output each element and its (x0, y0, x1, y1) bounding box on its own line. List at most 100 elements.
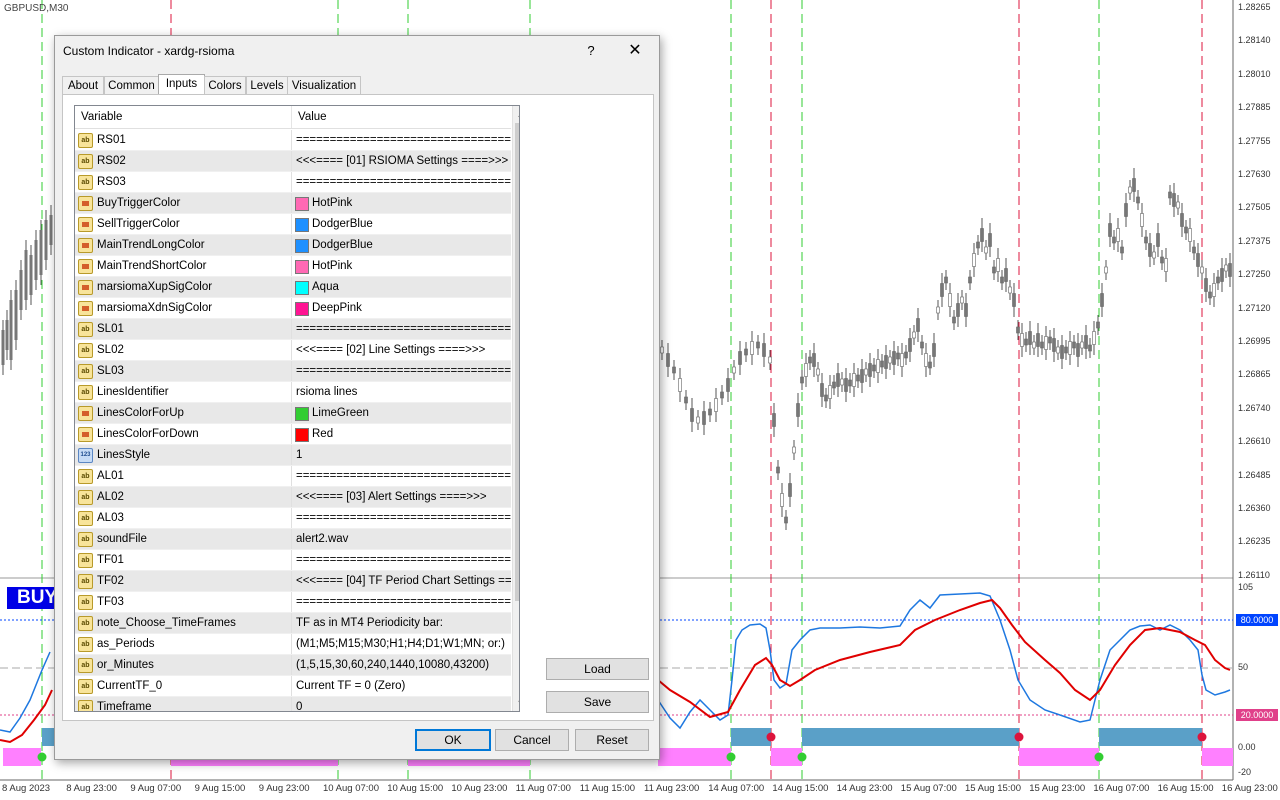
tab-common[interactable]: Common (104, 76, 159, 95)
input-row[interactable]: ab TF03 ==================================… (75, 592, 511, 613)
string-type-icon: ab (78, 658, 93, 673)
input-row[interactable]: ab SL03 ==================================… (75, 361, 511, 382)
sell-signal-dot (1197, 732, 1207, 742)
candle-body (896, 352, 900, 360)
value-cell[interactable]: ==================================== (292, 130, 511, 150)
value-cell[interactable]: DeepPink (292, 298, 511, 318)
value-cell[interactable]: (M1;M5;M15;M30;H1;H4;D1;W1;MN; or:) (292, 634, 511, 654)
input-row[interactable]: ab SL01 ==================================… (75, 319, 511, 340)
input-row[interactable]: ab or_Minutes (1,5,15,30,60,240,1440,10080… (75, 655, 511, 676)
input-value: Red (312, 428, 334, 440)
load-button[interactable]: Load (546, 658, 649, 680)
cancel-button[interactable]: Cancel (495, 729, 569, 751)
tab-inputs[interactable]: Inputs (158, 74, 205, 96)
input-row[interactable]: ab CurrentTF_0 Current TF = 0 (Zero) (75, 676, 511, 697)
tab-colors[interactable]: Colors (204, 76, 246, 95)
input-row[interactable]: MainTrendLongColor DodgerBlue (75, 235, 511, 256)
value-cell[interactable]: alert2.wav (292, 529, 511, 549)
input-row[interactable]: SellTriggerColor DodgerBlue (75, 214, 511, 235)
input-row[interactable]: ab note_Choose_TimeFrames TF as in MT4 Per… (75, 613, 511, 634)
input-row[interactable]: marsiomaXdnSigColor DeepPink (75, 298, 511, 319)
value-cell[interactable]: ==================================== (292, 172, 511, 192)
input-variable: AL02 (97, 491, 124, 503)
sell-signal-dot (766, 732, 776, 742)
variable-cell: ab TF03 (75, 592, 291, 612)
value-cell[interactable]: <<<==== [03] Alert Settings ====>>> (292, 487, 511, 507)
value-cell[interactable]: ==================================== (292, 361, 511, 381)
close-button[interactable]: ✕ (623, 40, 647, 62)
value-cell[interactable]: 1 (292, 445, 511, 465)
value-cell[interactable]: TF as in MT4 Periodicity bar: (292, 613, 511, 633)
ok-button[interactable]: OK (415, 729, 491, 751)
value-cell[interactable]: DodgerBlue (292, 235, 511, 255)
input-row[interactable]: ab TF02 <<<==== [04] TF Period Chart Setti… (75, 571, 511, 592)
scroll-thumb[interactable] (515, 123, 519, 601)
candle-body (714, 398, 718, 412)
value-cell[interactable]: rsioma lines (292, 382, 511, 402)
value-cell[interactable]: <<<==== [01] RSIOMA Settings ====>>> (292, 151, 511, 171)
value-cell[interactable]: ==================================== (292, 319, 511, 339)
input-row[interactable]: ab RS03 ==================================… (75, 172, 511, 193)
input-row[interactable]: LinesColorForDown Red (75, 424, 511, 445)
input-row[interactable]: ab TF01 ==================================… (75, 550, 511, 571)
tab-visualization[interactable]: Visualization (287, 76, 361, 95)
value-cell[interactable]: LimeGreen (292, 403, 511, 423)
value-cell[interactable]: <<<==== [04] TF Period Chart Settings ==… (292, 571, 511, 591)
variable-cell: ab AL03 (75, 508, 291, 528)
value-column-header[interactable]: Value (292, 106, 508, 128)
candle-body (768, 356, 772, 364)
candle-body (900, 353, 904, 367)
value-cell[interactable]: 0 (292, 697, 511, 711)
tab-levels[interactable]: Levels (246, 76, 288, 95)
value-cell[interactable]: Aqua (292, 277, 511, 297)
string-type-icon: ab (78, 595, 93, 610)
grid-scrollbar[interactable]: ▲ ▼ (512, 106, 519, 711)
value-cell[interactable]: ==================================== (292, 508, 511, 528)
value-cell[interactable]: HotPink (292, 193, 511, 213)
input-row[interactable]: ab AL03 ==================================… (75, 508, 511, 529)
input-row[interactable]: BuyTriggerColor HotPink (75, 193, 511, 214)
input-value: <<<==== [02] Line Settings ====>>> (296, 344, 486, 356)
candle-body (964, 303, 968, 317)
input-row[interactable]: ab RS02 <<<==== [01] RSIOMA Settings ====>… (75, 151, 511, 172)
candle-body (808, 356, 812, 364)
input-row[interactable]: ab Timeframe 0 (75, 697, 511, 711)
variable-column-header[interactable]: Variable (75, 106, 291, 128)
input-row[interactable]: 123 LinesStyle 1 (75, 445, 511, 466)
input-row[interactable]: ab AL01 ==================================… (75, 466, 511, 487)
value-cell[interactable]: HotPink (292, 256, 511, 276)
value-cell[interactable]: ==================================== (292, 550, 511, 570)
candle-body (1040, 341, 1044, 349)
scroll-down-icon[interactable]: ▼ (513, 695, 519, 711)
value-cell[interactable]: DodgerBlue (292, 214, 511, 234)
input-row[interactable]: ab AL02 <<<==== [03] Alert Settings ====>>… (75, 487, 511, 508)
input-row[interactable]: LinesColorForUp LimeGreen (75, 403, 511, 424)
value-cell[interactable]: <<<==== [02] Line Settings ====>>> (292, 340, 511, 360)
value-cell[interactable]: ==================================== (292, 466, 511, 486)
save-button[interactable]: Save (546, 691, 649, 713)
candle-body (1084, 335, 1088, 349)
input-row[interactable]: marsiomaXupSigColor Aqua (75, 277, 511, 298)
input-value: DeepPink (312, 302, 362, 314)
input-value: ==================================== (296, 176, 511, 188)
input-row[interactable]: MainTrendShortColor HotPink (75, 256, 511, 277)
reset-button[interactable]: Reset (575, 729, 649, 751)
value-cell[interactable]: ==================================== (292, 592, 511, 612)
input-row[interactable]: ab LinesIdentifier rsioma lines (75, 382, 511, 403)
value-cell[interactable]: Red (292, 424, 511, 444)
value-cell[interactable]: Current TF = 0 (Zero) (292, 676, 511, 696)
candle-body (956, 303, 960, 317)
help-button[interactable]: ? (579, 40, 603, 62)
input-row[interactable]: ab as_Periods (M1;M5;M15;M30;H1;H4;D1;W1;M… (75, 634, 511, 655)
scroll-up-icon[interactable]: ▲ (513, 106, 519, 122)
input-row[interactable]: ab SL02 <<<==== [02] Line Settings ====>>> (75, 340, 511, 361)
value-cell[interactable]: (1,5,15,30,60,240,1440,10080,43200) (292, 655, 511, 675)
input-row[interactable]: ab soundFile alert2.wav (75, 529, 511, 550)
time-axis-label: 14 Aug 15:00 (772, 783, 829, 794)
candle-body (800, 376, 804, 384)
input-row[interactable]: ab RS01 ==================================… (75, 130, 511, 151)
tab-about[interactable]: About (62, 76, 104, 95)
candle-body (1108, 223, 1112, 237)
candle-body (940, 283, 944, 297)
candle-body (1204, 278, 1208, 292)
